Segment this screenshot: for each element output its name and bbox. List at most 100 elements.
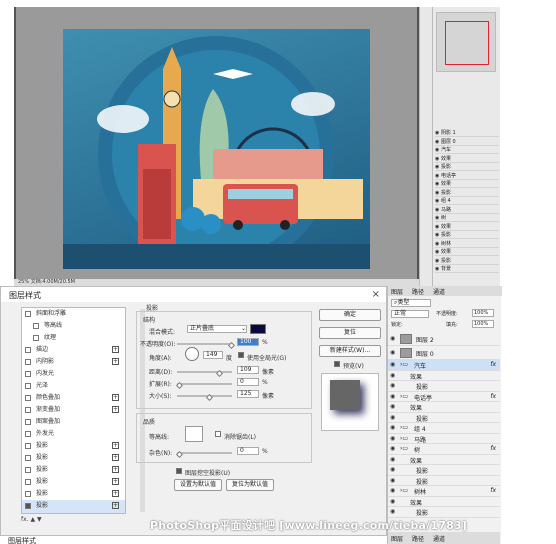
eye-icon[interactable]: ◉ <box>390 372 395 379</box>
effect-checkbox[interactable] <box>25 443 31 449</box>
global-light-checkbox[interactable] <box>238 352 244 358</box>
folder-icon[interactable]: ›▭ <box>400 487 408 494</box>
small-layer-row[interactable]: ◉ 树 <box>435 214 499 222</box>
eye-icon[interactable]: ◉ <box>390 498 395 505</box>
tab-layers[interactable]: 图层 <box>391 287 403 296</box>
effect-checkbox[interactable] <box>25 359 31 365</box>
add-effect-icon[interactable]: + <box>112 490 119 497</box>
close-icon[interactable]: × <box>372 289 380 300</box>
layer-row[interactable]: ◉ 投影 <box>388 465 500 476</box>
effect-checkbox[interactable] <box>25 467 31 473</box>
new-style-button[interactable]: 新建样式(W)... <box>319 345 381 357</box>
fx-toolbar[interactable]: fx. ▲ ▼ <box>21 516 126 526</box>
layer-row[interactable]: ◉ 投影 <box>388 381 500 392</box>
layer-row[interactable]: ◉ 投影 <box>388 507 500 518</box>
small-layer-row[interactable]: ◉ 马路 <box>435 206 499 214</box>
eye-icon[interactable]: ◉ <box>390 424 395 431</box>
add-effect-icon[interactable]: + <box>112 454 119 461</box>
eye-icon[interactable]: ◉ <box>390 349 395 356</box>
small-layer-row[interactable]: ◉ 背景 <box>435 265 499 273</box>
small-layer-row[interactable]: ◉ 投影 <box>435 189 499 197</box>
layer-row[interactable]: ◉ 投影 <box>388 476 500 486</box>
canvas-area[interactable] <box>16 7 417 280</box>
effect-checkbox[interactable] <box>25 407 31 413</box>
layer-row[interactable]: ◉ ›▭ 树林 fx <box>388 486 500 497</box>
effect-checkbox[interactable] <box>25 431 31 437</box>
right-toolbar[interactable] <box>419 7 432 286</box>
folder-icon[interactable]: ›▭ <box>400 393 408 400</box>
preview-checkbox[interactable] <box>334 361 340 367</box>
eye-icon[interactable]: ◉ <box>390 393 395 400</box>
small-layer-row[interactable]: ◉ 效果 <box>435 248 499 256</box>
noise-input[interactable]: 0 <box>237 447 259 455</box>
size-input[interactable]: 125 <box>237 390 259 398</box>
small-layer-row[interactable]: ◉ 投影 <box>435 257 499 265</box>
effect-checkbox[interactable] <box>25 347 31 353</box>
small-layer-row[interactable]: ◉ 效果 <box>435 223 499 231</box>
effect-checkbox[interactable] <box>25 311 31 317</box>
navigator-thumbnail[interactable] <box>436 12 496 72</box>
small-layer-row[interactable]: ◉ 电话亭 <box>435 172 499 180</box>
small-layer-row[interactable]: ◉ 效果 <box>435 155 499 163</box>
antialias-checkbox[interactable] <box>215 431 221 437</box>
folder-icon[interactable]: ›▭ <box>400 424 408 431</box>
eye-icon[interactable]: ◉ <box>390 414 395 421</box>
eye-icon[interactable]: ◉ <box>390 456 395 463</box>
layer-row[interactable]: ◉ 效果 <box>388 402 500 413</box>
effect-item[interactable]: 渐变叠加 + <box>22 404 125 417</box>
eye-icon[interactable]: ◉ <box>390 487 395 494</box>
add-effect-icon[interactable]: + <box>112 466 119 473</box>
tab-channels[interactable]: 通道 <box>433 287 445 296</box>
fx-icon[interactable]: fx <box>490 393 496 400</box>
fx-icon[interactable]: fx <box>490 487 496 494</box>
eye-icon[interactable]: ◉ <box>390 382 395 389</box>
distance-input[interactable]: 109 <box>237 366 259 374</box>
add-effect-icon[interactable]: + <box>112 394 119 401</box>
eye-icon[interactable]: ◉ <box>390 477 395 484</box>
eye-icon[interactable]: ◉ <box>390 403 395 410</box>
effect-checkbox[interactable] <box>25 491 31 497</box>
effect-checkbox[interactable] <box>25 503 31 509</box>
eye-icon[interactable]: ◉ <box>390 435 395 442</box>
layer-row[interactable]: ◉ ›▭ 电话亭 fx <box>388 392 500 402</box>
layer-row[interactable]: ◉ ›▭ 汽车 fx <box>388 360 500 371</box>
effect-item[interactable]: 投影 + <box>22 452 125 465</box>
layer-row[interactable]: ◉ ›▭ 马路 <box>388 434 500 444</box>
effect-item[interactable]: 内发光 <box>22 368 125 381</box>
effect-item[interactable]: 斜面和浮雕 <box>22 308 125 321</box>
opacity-slider[interactable] <box>177 343 232 345</box>
effect-item[interactable]: 投影 + <box>22 476 125 489</box>
layer-row[interactable]: ◉ 投影 <box>388 413 500 423</box>
blend-mode-select[interactable]: 正常 <box>391 310 429 318</box>
fx-icon[interactable]: fx <box>490 445 496 452</box>
small-layer-row[interactable]: ◉ 效果 <box>435 180 499 188</box>
effect-checkbox[interactable] <box>33 323 39 329</box>
add-effect-icon[interactable]: + <box>112 442 119 449</box>
knockout-checkbox[interactable] <box>176 468 182 474</box>
kind-filter[interactable]: ⌕类型 <box>391 299 431 307</box>
effect-item[interactable]: 投影 + <box>22 440 125 453</box>
opacity-field[interactable]: 100% <box>472 309 494 317</box>
effect-item[interactable]: 纹理 <box>22 332 125 345</box>
layer-row[interactable]: ◉ 图层 2 <box>388 332 500 346</box>
layer-row[interactable]: ◉ 效果 <box>388 371 500 381</box>
add-effect-icon[interactable]: + <box>112 346 119 353</box>
effect-checkbox[interactable] <box>25 395 31 401</box>
folder-icon[interactable]: ›▭ <box>400 435 408 442</box>
add-effect-icon[interactable]: + <box>112 406 119 413</box>
add-effect-icon[interactable]: + <box>112 502 119 509</box>
effect-item[interactable]: 投影 + <box>22 488 125 501</box>
add-effect-icon[interactable]: + <box>112 358 119 365</box>
effect-item[interactable]: 内阴影 + <box>22 356 125 369</box>
eye-icon[interactable]: ◉ <box>390 466 395 473</box>
small-layer-row[interactable]: ◉ 汽车 <box>435 146 499 154</box>
add-effect-icon[interactable]: + <box>112 478 119 485</box>
eye-icon[interactable]: ◉ <box>390 445 395 452</box>
small-layer-row[interactable]: ◉ 投影 <box>435 231 499 239</box>
folder-icon[interactable]: ›▭ <box>400 361 408 368</box>
tab-paths[interactable]: 路径 <box>412 287 424 296</box>
folder-icon[interactable]: ›▭ <box>400 445 408 452</box>
size-slider[interactable] <box>177 395 232 397</box>
effect-item[interactable]: 投影 + <box>22 464 125 477</box>
effect-item[interactable]: 图案叠加 <box>22 416 125 429</box>
